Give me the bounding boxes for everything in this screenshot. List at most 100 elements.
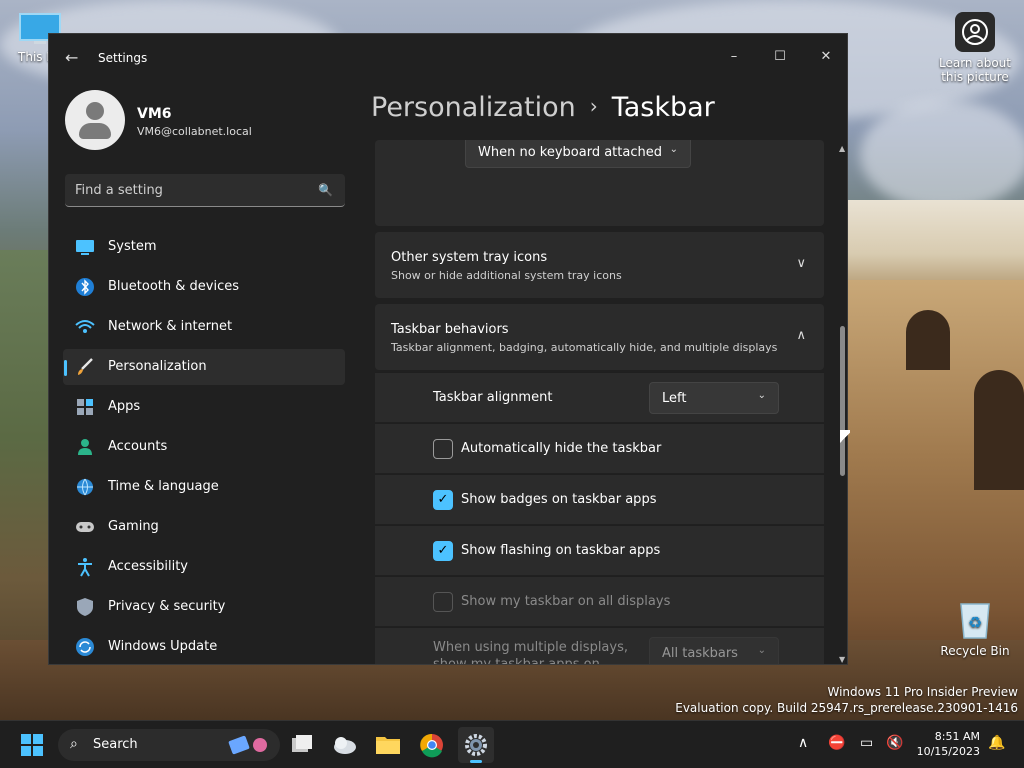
file-explorer-button[interactable] [370,727,406,763]
system-clock[interactable]: 8:51 AM 10/15/2023 [917,729,980,759]
sidebar-item-bluetooth[interactable]: Bluetooth & devices [63,269,345,305]
update-icon [76,638,94,656]
avatar[interactable] [65,90,125,150]
show-flashing-checkbox[interactable]: ✓ [433,541,453,561]
search-placeholder: Find a setting [75,183,163,198]
sidebar-item-windows-update[interactable]: Windows Update [63,629,345,664]
taskbar-alignment-row: Taskbar alignment Left ⌄ [375,372,824,422]
sidebar-item-accessibility[interactable]: Accessibility [63,549,345,585]
brush-icon [78,358,93,375]
scroll-up-icon[interactable]: ▲ [839,144,845,153]
sidebar-item-accounts[interactable]: Accounts [63,429,345,465]
breadcrumb-parent[interactable]: Personalization [371,92,576,123]
taskbar-alignment-dropdown[interactable]: Left ⌄ [649,382,779,414]
search-icon: ⌕ [70,736,78,752]
sidebar-item-privacy[interactable]: Privacy & security [63,589,345,625]
show-badges-checkbox[interactable]: ✓ [433,490,453,510]
wifi-icon [75,320,95,333]
multi-display-dropdown: All taskbars ⌄ [649,637,779,664]
task-view-icon [292,735,312,752]
globe-icon [77,478,93,496]
sidebar-item-personalization[interactable]: Personalization [63,349,345,385]
taskbar-behaviors-header[interactable]: Taskbar behaviors Taskbar alignment, bad… [375,304,824,370]
scroll-thumb[interactable] [840,326,845,476]
desktop-icon-learn-picture[interactable]: Learn about this picture [935,12,1015,84]
chrome-icon [420,733,443,758]
option-show-flashing[interactable]: ✓ Show flashing on taskbar apps [375,525,824,575]
multi-display-row: When using multiple displays, show my ta… [375,627,824,665]
keyboard-dropdown[interactable]: When no keyboard attached ⌄ [465,140,691,168]
user-name: VM6 [137,106,172,122]
volume-muted-icon[interactable]: 🔇 [886,735,903,751]
minimize-button[interactable]: – [711,42,757,72]
notification-bell-icon[interactable]: 🔔 [988,735,1005,751]
user-email: VM6@collabnet.local [137,125,252,138]
gear-icon [465,734,487,756]
taskbar-search[interactable]: ⌕ Search [58,729,280,761]
close-button[interactable]: ✕ [803,42,847,72]
clock-time: 8:51 AM [934,730,980,743]
search-highlight-icon [228,735,267,755]
breadcrumb-current: Taskbar [611,92,715,123]
taskbar: ⌕ Search ∧ ⛔ ▭ 🔇 8:51 AM 10/15/2023 🔔 [0,720,1024,768]
sidebar-item-time-language[interactable]: Time & language [63,469,345,505]
settings-content: When no keyboard attached ⌄ Other system… [375,140,825,665]
multi-display-label: When using multiple displays, show my ta… [433,640,628,665]
breadcrumb-separator: › [589,94,598,118]
mouse-cursor [840,430,850,446]
desktop-icon-recycle-bin[interactable]: ♻ Recycle Bin [935,598,1015,658]
tray-card: When no keyboard attached ⌄ [375,140,824,226]
bluetooth-icon [76,278,94,296]
option-auto-hide[interactable]: Automatically hide the taskbar [375,423,824,473]
chevron-down-icon: ⌄ [757,390,766,401]
task-view-button[interactable] [284,727,320,763]
apps-icon [77,399,93,415]
settings-window: ← Settings – ☐ ✕ VM6 VM6@collabnet.local… [48,33,848,665]
settings-taskbar-button[interactable] [458,727,494,763]
taskbar-alignment-label: Taskbar alignment [433,390,553,405]
accessibility-icon [78,558,92,577]
all-displays-checkbox [433,592,453,612]
chevron-up-icon[interactable]: ∧ [796,328,806,343]
weather-icon [334,737,356,754]
clock-date: 10/15/2023 [916,745,980,758]
network-disconnected-icon[interactable]: ⛔ [828,735,845,751]
content-scrollbar[interactable]: ▲ ▼ [839,144,847,664]
sidebar-item-network[interactable]: Network & internet [63,309,345,345]
active-app-indicator [470,760,482,763]
widgets-button[interactable] [327,727,363,763]
chevron-down-icon[interactable]: ∨ [796,256,806,271]
display-icon[interactable]: ▭ [860,735,873,751]
sidebar-nav: System Bluetooth & devices Network & int… [63,229,345,664]
chevron-down-icon: ⌄ [669,144,678,155]
auto-hide-checkbox[interactable] [433,439,453,459]
svg-text:♻: ♻ [968,613,982,632]
start-button[interactable] [14,727,50,763]
other-tray-icons-card[interactable]: Other system tray icons Show or hide add… [375,232,824,298]
person-icon [78,439,92,455]
chevron-up-icon[interactable]: ∧ [798,735,808,751]
folder-icon [376,737,400,754]
sidebar-item-system[interactable]: System [63,229,345,265]
option-all-displays: Show my taskbar on all displays [375,576,824,626]
search-icon: 🔍 [318,183,333,197]
shield-icon [77,598,93,616]
search-input[interactable]: Find a setting 🔍 [65,174,345,207]
watermark-line2: Evaluation copy. Build 25947.rs_prerelea… [675,701,1018,715]
learn-picture-icon [955,12,995,52]
controller-icon [76,522,94,532]
page-title: Personalization › Taskbar [371,92,715,123]
watermark-line1: Windows 11 Pro Insider Preview [827,685,1018,699]
maximize-button[interactable]: ☐ [757,42,803,72]
window-title: Settings [98,51,148,65]
sidebar-item-apps[interactable]: Apps [63,389,345,425]
back-arrow-icon[interactable]: ← [65,48,78,67]
title-bar[interactable]: ← Settings – ☐ ✕ [49,34,847,82]
sidebar-item-gaming[interactable]: Gaming [63,509,345,545]
option-show-badges[interactable]: ✓ Show badges on taskbar apps [375,474,824,524]
chrome-button[interactable] [414,727,450,763]
monitor-icon [76,240,94,255]
scroll-down-icon[interactable]: ▼ [839,655,845,664]
chevron-down-icon: ⌄ [757,645,766,656]
recycle-bin-icon: ♻ [960,603,990,639]
